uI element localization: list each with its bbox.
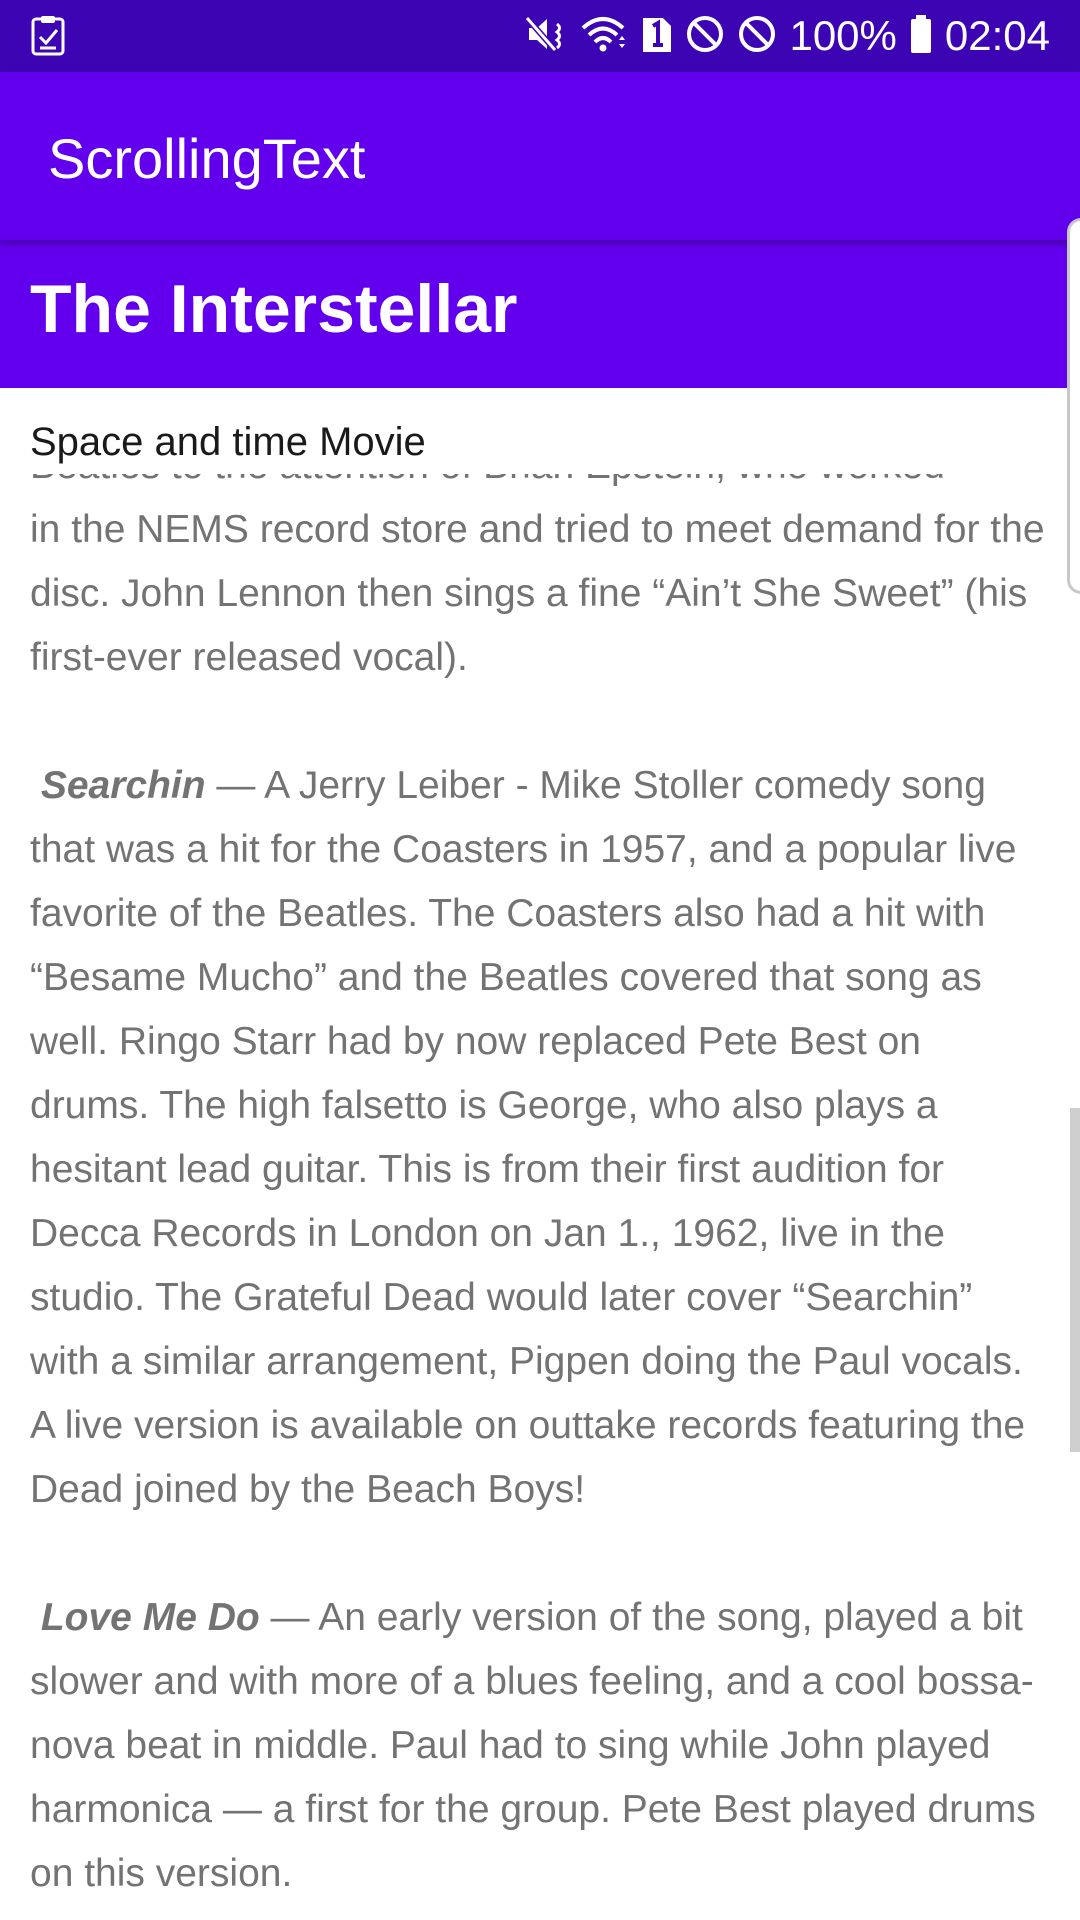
scroll-view[interactable]: Beatles to the attention of Brian Epstei… <box>0 474 1080 1920</box>
edge-panel-handle[interactable] <box>1067 218 1080 594</box>
em-dash: — <box>259 1596 319 1639</box>
article-subheading: Space and time Movie <box>30 420 426 464</box>
song-paragraph-searchin: Searchin — A Jerry Leiber - Mike Stoller… <box>30 754 1050 1522</box>
status-bar: 100% 02:04 <box>0 0 1080 72</box>
article-body: Beatles to the attention of Brian Epstei… <box>30 474 1050 1906</box>
song-description: An early version of the song, played a b… <box>30 1596 1036 1895</box>
mute-icon <box>525 14 569 59</box>
blocked-icon <box>737 14 777 59</box>
partial-line: Beatles to the attention of Brian Epstei… <box>30 474 1050 498</box>
clock: 02:04 <box>944 12 1050 59</box>
song-description: A Jerry Leiber - Mike Stoller comedy son… <box>30 764 1026 1511</box>
song-paragraph-love-me-do: Love Me Do — An early version of the son… <box>30 1586 1050 1906</box>
article-heading: The Interstellar <box>30 271 518 347</box>
song-title: Searchin <box>40 764 206 807</box>
app-title: ScrollingText <box>48 127 366 190</box>
em-dash: — <box>205 764 265 807</box>
app-bar: ScrollingText <box>0 72 1080 240</box>
intro-paragraph: in the NEMS record store and tried to me… <box>30 508 1045 679</box>
sim-1-icon <box>641 14 673 59</box>
task-check-icon <box>30 15 66 57</box>
do-not-disturb-icon <box>685 14 725 59</box>
battery-percentage: 100% <box>789 12 897 59</box>
heading-banner: The Interstellar <box>0 240 1080 388</box>
scrollbar-thumb[interactable] <box>1070 1108 1080 1452</box>
song-title: Love Me Do <box>40 1596 260 1639</box>
battery-icon <box>909 14 933 59</box>
wifi-icon <box>581 14 629 59</box>
